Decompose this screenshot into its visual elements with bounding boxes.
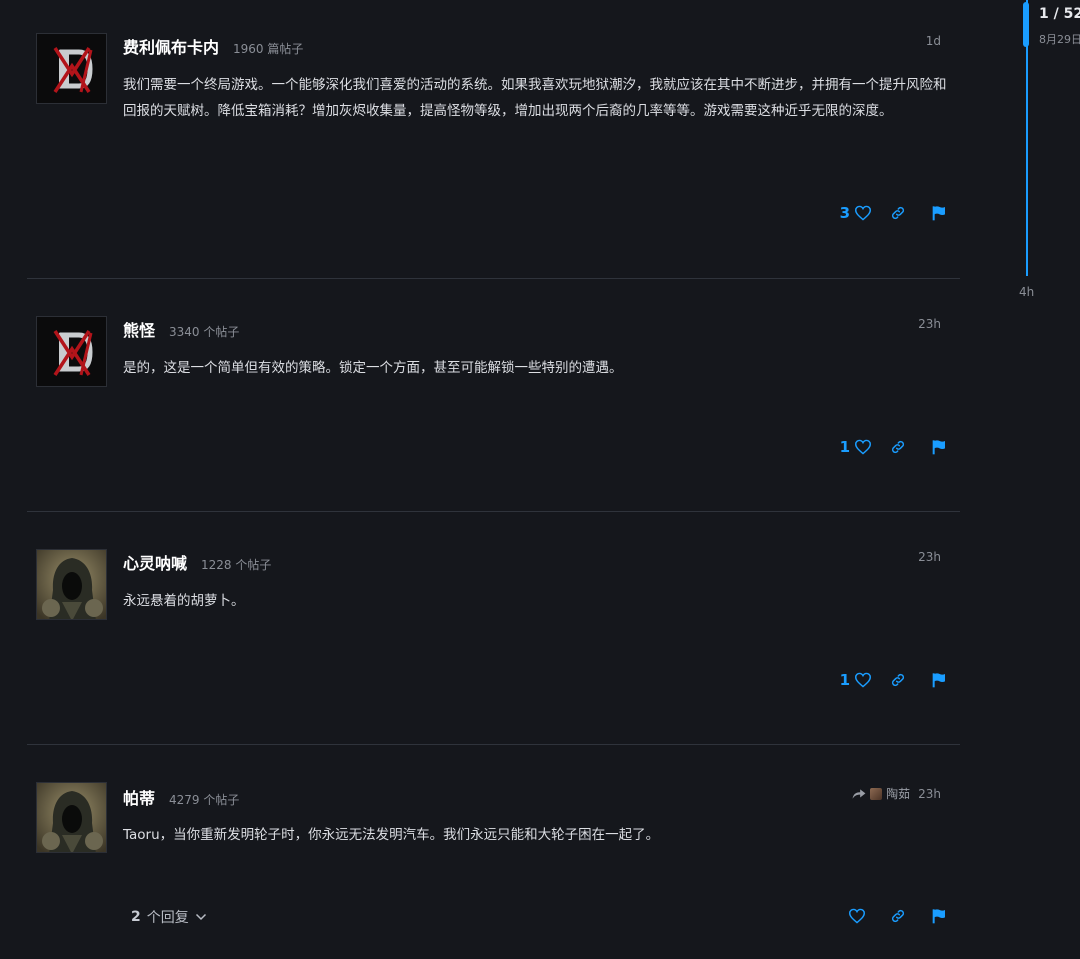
reply-to-username: 陶茹 xyxy=(886,787,911,801)
post-body: 是的，这是一个简单但有效的策略。锁定一个方面，甚至可能解锁一些特别的遭遇。 xyxy=(123,360,623,376)
link-icon xyxy=(891,673,905,687)
post-actions: 1 xyxy=(829,666,954,694)
hooded-figure-icon xyxy=(37,550,106,619)
post-date[interactable]: 1d xyxy=(926,34,941,48)
link-icon xyxy=(891,909,905,923)
post-count: 1960 篇帖子 xyxy=(233,42,304,56)
post-author: 心灵呐喊 1228 个帖子 xyxy=(123,550,271,574)
flag-button[interactable] xyxy=(924,666,954,694)
replies-count: 2 xyxy=(131,909,141,925)
post-date[interactable]: 23h xyxy=(918,550,941,564)
post-actions xyxy=(831,902,954,930)
post-author: 费利佩布卡内 1960 篇帖子 xyxy=(123,34,303,58)
copy-link-button[interactable] xyxy=(883,199,913,227)
link-icon xyxy=(891,440,905,454)
post-actions: 1 xyxy=(829,433,954,461)
heart-icon xyxy=(854,205,872,221)
post-body: 我们需要一个终局游戏。一个能够深化我们喜爱的活动的系统。如果我喜欢玩地狱潮汐，我… xyxy=(123,77,947,119)
copy-link-button[interactable] xyxy=(883,433,913,461)
post: 心灵呐喊 1228 个帖子 23h 永远悬着的胡萝卜。 1 xyxy=(27,512,960,745)
timeline-position: 1 / 52 xyxy=(1039,6,1080,22)
replies-label: 个回复 xyxy=(146,910,189,926)
topic-page: 费利佩布卡内 1960 篇帖子 1d 我们需要一个终局游戏。一个能够深化我们喜爱… xyxy=(0,0,1080,959)
avatar[interactable] xyxy=(36,33,107,104)
heart-icon xyxy=(854,439,872,455)
flag-icon xyxy=(932,673,945,688)
username[interactable]: 费利佩布卡内 xyxy=(123,34,219,58)
like-count: 1 xyxy=(839,438,850,456)
post-body: Taoru，当你重新发明轮子时，你永远无法发明汽车。我们永远只能和大轮子困在一起… xyxy=(123,827,660,843)
diablo-logo-icon xyxy=(37,34,106,103)
post-count: 4279 个帖子 xyxy=(169,793,240,807)
flag-icon xyxy=(932,909,945,924)
avatar[interactable] xyxy=(36,549,107,620)
post-meta: 23h xyxy=(918,550,941,564)
username[interactable]: 帕蒂 xyxy=(123,785,155,809)
post-author: 帕蒂 4279 个帖子 xyxy=(123,785,239,809)
post: 帕蒂 4279 个帖子 陶茹 23h Taoru，当你重新发明轮子时，你永远无法… xyxy=(27,745,960,959)
post-body: 永远悬着的胡萝卜。 xyxy=(123,593,245,609)
post: 熊怪 3340 个帖子 23h 是的，这是一个简单但有效的策略。锁定一个方面，甚… xyxy=(27,279,960,512)
username[interactable]: 心灵呐喊 xyxy=(123,550,187,574)
timeline-end-date[interactable]: 4h xyxy=(1019,285,1034,299)
hooded-figure-icon xyxy=(37,783,106,852)
share-arrow-icon xyxy=(852,788,866,799)
avatar[interactable] xyxy=(36,782,107,853)
post-meta: 1d xyxy=(926,34,941,48)
like-button[interactable]: 1 xyxy=(840,666,872,694)
post-actions: 3 xyxy=(829,199,954,227)
like-button[interactable]: 1 xyxy=(840,433,872,461)
reply-to-tab[interactable]: 陶茹 xyxy=(852,785,910,802)
avatar[interactable] xyxy=(36,316,107,387)
post-meta: 23h xyxy=(918,317,941,331)
flag-button[interactable] xyxy=(924,902,954,930)
timeline-scroll-handle[interactable] xyxy=(1023,2,1029,47)
post-date[interactable]: 23h xyxy=(918,317,941,331)
like-button[interactable]: 3 xyxy=(840,199,872,227)
timeline-date: 8月29日 xyxy=(1039,33,1080,46)
post-count: 3340 个帖子 xyxy=(169,325,240,339)
post: 费利佩布卡内 1960 篇帖子 1d 我们需要一个终局游戏。一个能够深化我们喜爱… xyxy=(27,0,960,279)
post-count: 1228 个帖子 xyxy=(201,558,272,572)
like-count: 3 xyxy=(839,204,850,222)
diablo-logo-icon xyxy=(37,317,106,386)
heart-icon xyxy=(854,672,872,688)
post-date[interactable]: 23h xyxy=(918,787,941,801)
link-icon xyxy=(891,206,905,220)
chevron-down-icon xyxy=(195,913,206,921)
post-stream: 费利佩布卡内 1960 篇帖子 1d 我们需要一个终局游戏。一个能够深化我们喜爱… xyxy=(27,0,960,959)
reply-to-avatar xyxy=(870,787,883,800)
post-meta: 陶茹 23h xyxy=(852,785,941,802)
copy-link-button[interactable] xyxy=(883,902,913,930)
topic-timeline: 1 / 52 8月29日 4h xyxy=(1018,0,1080,310)
flag-button[interactable] xyxy=(924,433,954,461)
heart-icon xyxy=(848,908,866,924)
username[interactable]: 熊怪 xyxy=(123,317,155,341)
post-author: 熊怪 3340 个帖子 xyxy=(123,317,239,341)
like-button[interactable] xyxy=(842,902,872,930)
flag-icon xyxy=(932,206,945,221)
flag-button[interactable] xyxy=(924,199,954,227)
show-replies-button[interactable]: 2 个回复 xyxy=(131,907,207,927)
like-count: 1 xyxy=(839,671,850,689)
copy-link-button[interactable] xyxy=(883,666,913,694)
flag-icon xyxy=(932,440,945,455)
